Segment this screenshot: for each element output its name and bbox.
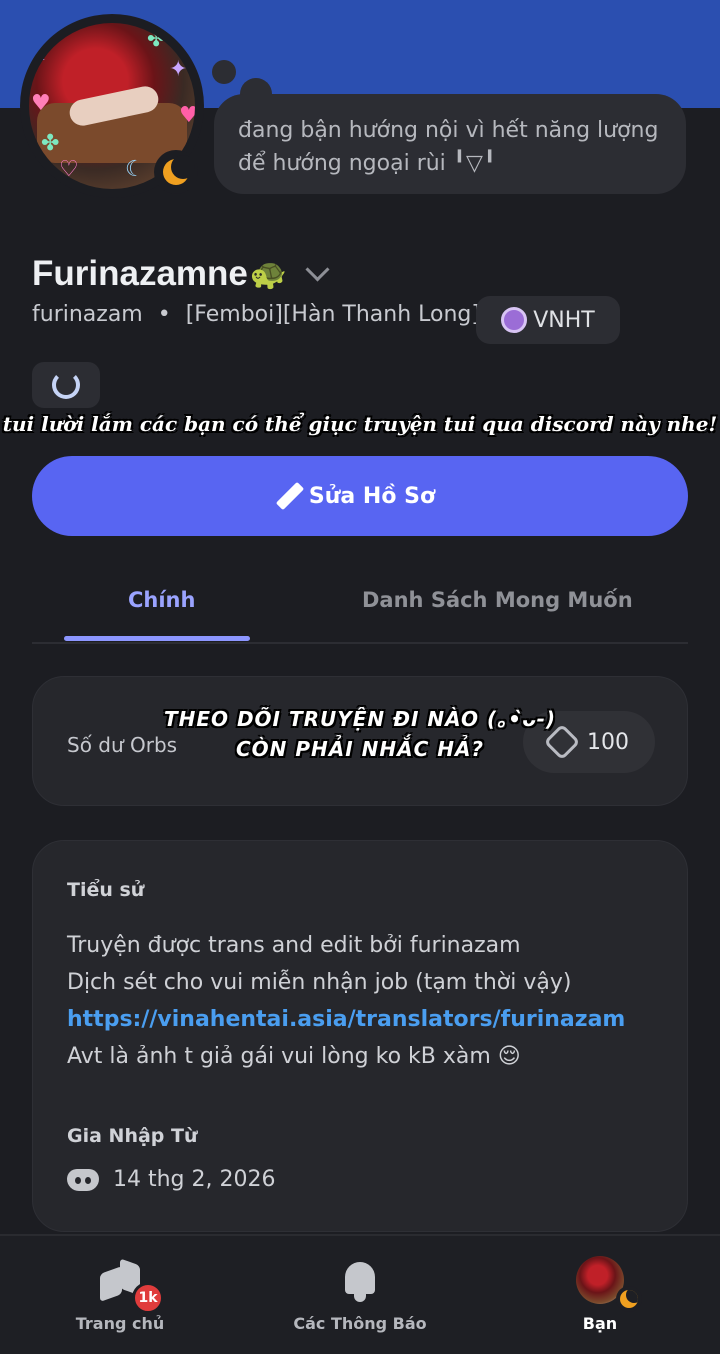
tab-main[interactable]: Chính bbox=[128, 588, 195, 612]
idle-status-icon bbox=[154, 150, 198, 194]
moon-deco-icon: ☾ bbox=[125, 157, 145, 182]
bio-line: Dịch sét cho vui miễn nhận job (tạm thời… bbox=[67, 970, 572, 995]
edit-profile-button[interactable]: Sửa Hồ Sơ bbox=[32, 456, 688, 536]
bio-link[interactable]: https://vinahentai.asia/translators/furi… bbox=[67, 1001, 625, 1038]
nav-notifications[interactable]: Các Thông Báo bbox=[240, 1236, 480, 1354]
nav-notifications-label: Các Thông Báo bbox=[293, 1314, 427, 1333]
status-text-line1: đang bận hướng nội vì hết năng lượng bbox=[238, 118, 659, 143]
clover-deco-icon: ✤ bbox=[147, 27, 166, 52]
joined-date: 14 thg 2, 2026 bbox=[113, 1167, 276, 1192]
edit-profile-label: Sửa Hồ Sơ bbox=[308, 483, 436, 509]
pencil-icon bbox=[275, 481, 305, 511]
chevron-down-icon[interactable] bbox=[305, 256, 330, 282]
display-name-row[interactable]: Furinazamne 🐢 bbox=[32, 254, 330, 294]
server-tag-icon bbox=[501, 307, 528, 333]
notification-count-badge: 1k bbox=[132, 1282, 164, 1314]
active-tab-indicator bbox=[64, 636, 250, 641]
joined-label: Gia Nhập Từ bbox=[67, 1125, 198, 1147]
tab-wishlist[interactable]: Danh Sách Mong Muốn bbox=[362, 588, 633, 612]
bottom-navigation: 1k Trang chủ Các Thông Báo Bạn bbox=[0, 1234, 720, 1354]
custom-status-bubble[interactable]: đang bận hướng nội vì hết năng lượng để … bbox=[214, 94, 686, 194]
username: furinazam bbox=[32, 302, 143, 327]
nav-home[interactable]: 1k Trang chủ bbox=[0, 1236, 240, 1354]
bio-line: Avt là ảnh t giả gái vui lòng ko kB xàm … bbox=[67, 1044, 521, 1069]
about-card: Tiểu sử Truyện được trans and edit bởi f… bbox=[32, 840, 688, 1232]
server-tag[interactable]: VNHT bbox=[476, 296, 620, 344]
heart-deco-icon: ♡ bbox=[59, 157, 79, 182]
discord-icon bbox=[67, 1168, 99, 1191]
heart-deco-icon: ♥ bbox=[31, 91, 51, 116]
bell-icon bbox=[342, 1260, 378, 1302]
overlay-caption-line1: THEO DÕI TRUYỆN ĐI NÀO (｡•̀ᴗ-) bbox=[163, 707, 557, 731]
display-name: Furinazamne bbox=[32, 254, 248, 293]
idle-status-icon bbox=[616, 1286, 642, 1312]
status-text-line2: để hướng ngoại rùi ╹▽╹ bbox=[238, 151, 497, 176]
status-bubble-tail-small bbox=[212, 60, 236, 84]
username-row: furinazam • [Femboi][Hàn Thanh Long] bbox=[32, 302, 480, 327]
overlay-caption-top: tui lười lắm các bạn có thể giục truyện … bbox=[2, 412, 718, 436]
joined-row: 14 thg 2, 2026 bbox=[67, 1167, 276, 1192]
clover-deco-icon: ✤ bbox=[41, 131, 60, 156]
separator: • bbox=[157, 302, 171, 327]
bio-label: Tiểu sử bbox=[67, 879, 145, 901]
laurel-badge-icon bbox=[52, 371, 80, 399]
profile-tabs: Chính Danh Sách Mong Muốn bbox=[32, 570, 688, 644]
profile-badge[interactable] bbox=[32, 362, 100, 408]
pronouns: [Femboi][Hàn Thanh Long] bbox=[185, 302, 480, 327]
star-deco-icon: ✦ bbox=[169, 57, 188, 82]
overlay-caption-middle: THEO DÕI TRUYỆN ĐI NÀO (｡•̀ᴗ-) CÒN PHẢI … bbox=[0, 704, 720, 764]
moon-deco-icon: ☾ bbox=[33, 41, 53, 66]
bio-text: Truyện được trans and edit bởi furinazam… bbox=[67, 927, 625, 1075]
server-tag-label: VNHT bbox=[533, 307, 595, 333]
nav-you-label: Bạn bbox=[582, 1314, 618, 1333]
overlay-caption-line2: CÒN PHẢI NHẮC HẢ? bbox=[235, 737, 485, 761]
nav-you[interactable]: Bạn bbox=[480, 1236, 720, 1354]
heart-deco-icon: ♥ bbox=[179, 103, 195, 128]
bio-line: Truyện được trans and edit bởi furinazam bbox=[67, 933, 521, 958]
nav-home-label: Trang chủ bbox=[75, 1314, 165, 1333]
turtle-emoji-icon: 🐢 bbox=[249, 256, 288, 292]
